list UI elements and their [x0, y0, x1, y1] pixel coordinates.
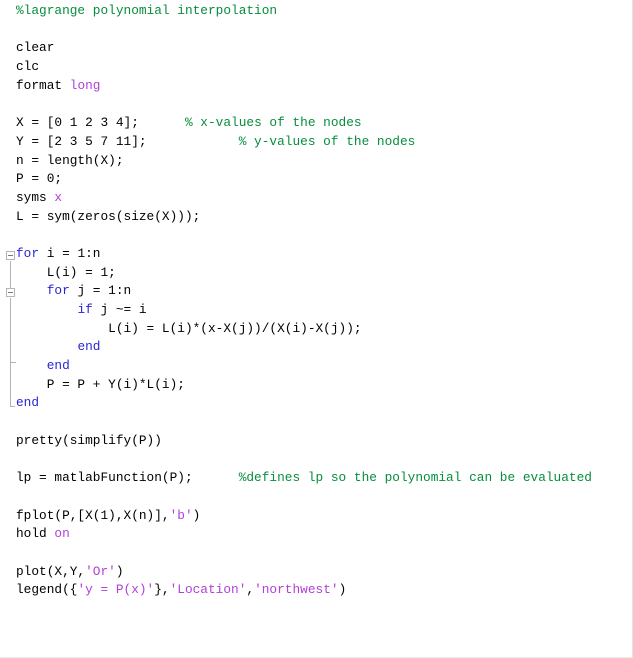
- code-token-plain: P = P + Y(i)*L(i);: [16, 376, 185, 392]
- code-line[interactable]: lp = matlabFunction(P); %defines lp so t…: [0, 469, 633, 488]
- code-token-keyword: end: [77, 339, 101, 355]
- code-line[interactable]: [0, 451, 633, 470]
- code-token-keyword: for: [16, 245, 40, 261]
- code-token-string: 'northwest': [254, 582, 339, 598]
- code-token-plain: i = 1:n: [39, 245, 101, 261]
- code-line[interactable]: [0, 21, 633, 40]
- code-token-plain: plot(X,Y,: [16, 563, 86, 579]
- code-line[interactable]: hold on: [0, 525, 633, 544]
- code-line[interactable]: plot(X,Y,'Or'): [0, 563, 633, 582]
- code-token-comment: % x-values of the nodes: [184, 115, 362, 131]
- code-line[interactable]: L = sym(zeros(size(X)));: [0, 208, 633, 227]
- code-line[interactable]: clc: [0, 58, 633, 77]
- code-token-string: 'b': [169, 507, 193, 523]
- code-token-comment: %defines lp so the polynomial can be eva…: [238, 470, 592, 486]
- code-line[interactable]: if j ~= i: [0, 301, 633, 320]
- code-token-keyword: if: [77, 302, 93, 317]
- code-line[interactable]: n = length(X);: [0, 152, 633, 171]
- fold-toggle-inner-for-icon[interactable]: [6, 288, 15, 297]
- code-token-plain: X = [0 1 2 3 4];: [16, 115, 185, 131]
- code-token-string: 'Location': [169, 582, 247, 598]
- fold-guide-outer-end-corner: [10, 406, 15, 407]
- code-token-plain: ): [192, 507, 201, 523]
- code-token-plain: pretty(simplify(P)): [16, 432, 162, 448]
- code-line[interactable]: end: [0, 338, 633, 357]
- code-token-plain: L(i) = L(i)*(x-X(j))/(X(i)-X(j));: [16, 320, 362, 336]
- code-line[interactable]: clear: [0, 39, 633, 58]
- code-line[interactable]: P = 0;: [0, 170, 633, 189]
- code-line[interactable]: L(i) = L(i)*(x-X(j))/(X(i)-X(j));: [0, 320, 633, 339]
- code-line[interactable]: [0, 95, 633, 114]
- code-token-plain: format: [16, 77, 70, 93]
- code-line[interactable]: end: [0, 357, 633, 376]
- code-line[interactable]: %lagrange polynomial interpolation: [0, 2, 633, 21]
- fold-toggle-outer-for-icon[interactable]: [6, 250, 15, 260]
- code-token-plain: clc: [16, 59, 40, 75]
- code-token-keyword: end: [46, 358, 70, 374]
- code-line[interactable]: syms x: [0, 189, 633, 208]
- code-line[interactable]: format long: [0, 77, 633, 96]
- fold-guide-outer-line-tail: [10, 362, 11, 406]
- code-line[interactable]: end: [0, 394, 633, 413]
- code-token-plain: fplot(P,[X(1),X(n)],: [16, 507, 170, 523]
- code-token-string: 'y = P(x)': [77, 582, 155, 598]
- code-line[interactable]: fplot(P,[X(1),X(n)],'b'): [0, 507, 633, 526]
- code-token-plain: clear: [16, 40, 55, 56]
- code-token-plain: L = sym(zeros(size(X)));: [16, 208, 201, 224]
- code-line[interactable]: X = [0 1 2 3 4]; % x-values of the nodes: [0, 114, 633, 133]
- code-line[interactable]: for i = 1:n: [0, 245, 633, 264]
- code-token-plain: Y = [2 3 5 7 11];: [16, 133, 239, 149]
- code-token-plain: hold: [16, 526, 55, 542]
- code-token-plain: legend({: [16, 582, 78, 598]
- code-token-plain: L(i) = 1;: [16, 264, 116, 280]
- code-line[interactable]: P = P + Y(i)*L(i);: [0, 376, 633, 395]
- code-line[interactable]: for j = 1:n: [0, 282, 633, 301]
- code-surface[interactable]: %lagrange polynomial interpolation clear…: [0, 0, 633, 638]
- code-token-plain: },: [154, 582, 170, 598]
- code-token-comment: %lagrange polynomial interpolation: [16, 3, 278, 18]
- code-token-plain: ,: [246, 582, 255, 598]
- matlab-code-editor[interactable]: %lagrange polynomial interpolation clear…: [0, 0, 633, 658]
- code-line[interactable]: [0, 413, 633, 432]
- code-token-plain: ): [338, 582, 347, 598]
- code-token-plain: ): [115, 563, 124, 579]
- code-token-keyword: for: [46, 283, 70, 299]
- code-line[interactable]: pretty(simplify(P)): [0, 432, 633, 451]
- code-token-string: on: [54, 526, 70, 542]
- code-token-comment: % y-values of the nodes: [238, 133, 416, 149]
- code-line[interactable]: [0, 544, 633, 563]
- fold-guide-outer-line: [10, 261, 11, 288]
- code-token-string: x: [54, 189, 63, 205]
- code-token-plain: n = length(X);: [16, 152, 124, 168]
- code-token-plain: syms: [16, 189, 55, 205]
- code-token-string: long: [69, 77, 101, 93]
- code-token-plain: lp = matlabFunction(P);: [16, 470, 239, 486]
- code-line[interactable]: L(i) = 1;: [0, 264, 633, 283]
- code-token-string: 'Or': [85, 563, 116, 579]
- code-line[interactable]: [0, 226, 633, 245]
- fold-guide-outer-line-lower: [10, 298, 11, 362]
- code-line[interactable]: Y = [2 3 5 7 11]; % y-values of the node…: [0, 133, 633, 152]
- code-line[interactable]: [0, 488, 633, 507]
- code-token-plain: P = 0;: [16, 171, 63, 187]
- code-token-keyword: end: [16, 395, 40, 411]
- code-token-plain: j = 1:n: [69, 283, 132, 299]
- code-line[interactable]: legend({'y = P(x)'},'Location','northwes…: [0, 581, 633, 600]
- code-token-plain: j ~= i: [92, 302, 147, 317]
